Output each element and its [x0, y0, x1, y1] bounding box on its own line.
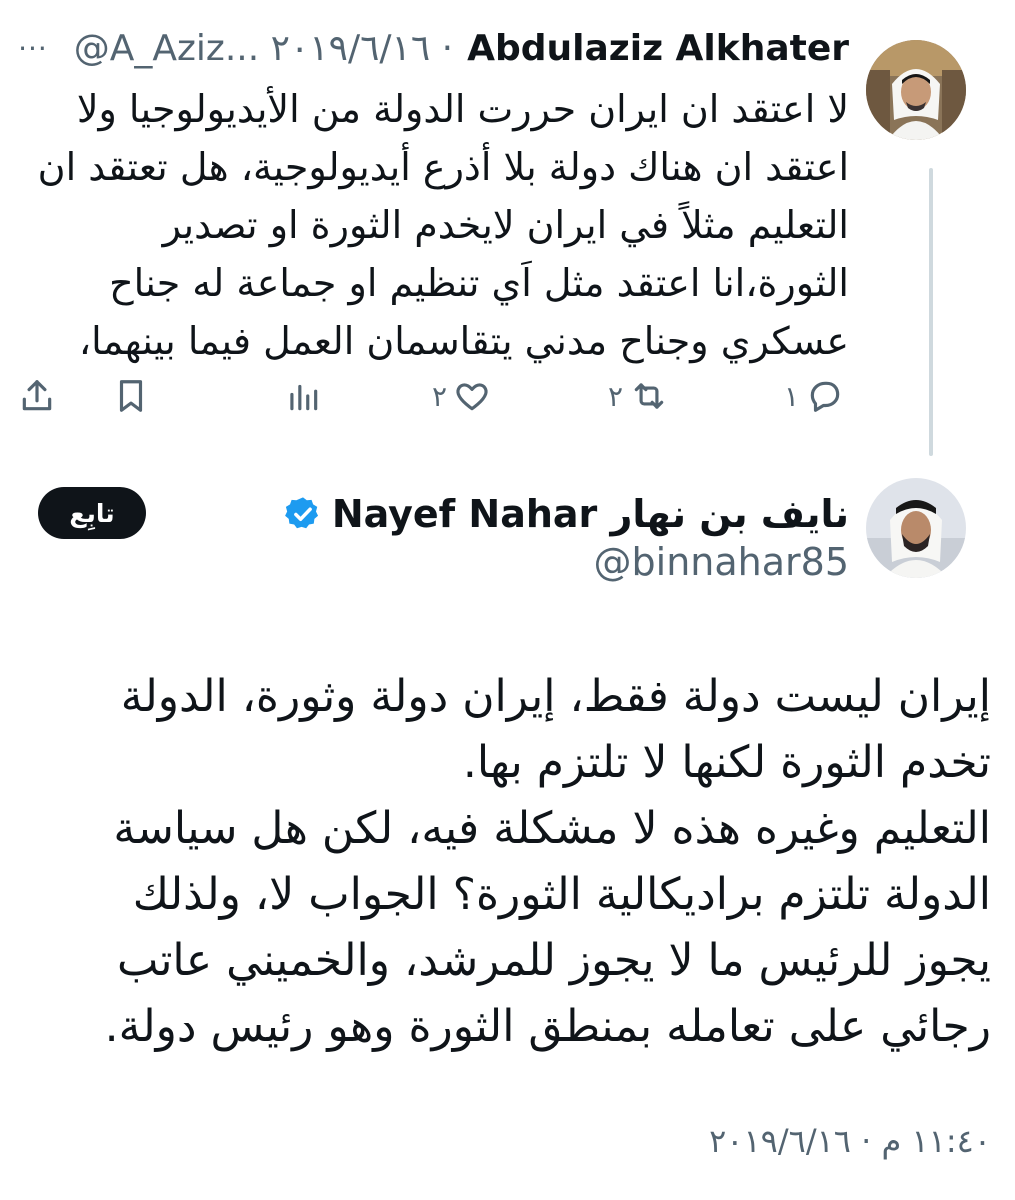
- like-icon: [456, 383, 488, 411]
- share-icon: [22, 380, 52, 411]
- like-count: ٢: [432, 379, 448, 413]
- bookmark-icon: [119, 380, 143, 412]
- reply-button[interactable]: ١: [784, 366, 845, 426]
- like-button[interactable]: ٢: [432, 366, 491, 426]
- more-options-icon[interactable]: ···: [18, 32, 48, 65]
- parent-handle-date[interactable]: @A_Aziz... ٢٠١٩/٦/١٦ ·: [74, 28, 453, 69]
- follow-button[interactable]: تابِع: [38, 487, 146, 539]
- bookmark-button[interactable]: [112, 366, 150, 426]
- main-author-name[interactable]: نايف بن نهار Nayef Nahar: [332, 492, 849, 536]
- reply-icon: [810, 381, 840, 412]
- tweet-timestamp[interactable]: ١١:٤٠ م · ٢٠١٩/٦/١٦: [709, 1122, 991, 1160]
- views-icon: [290, 384, 318, 411]
- verified-badge-icon: [284, 497, 318, 529]
- share-button[interactable]: [18, 366, 56, 426]
- retweet-count: ٢: [608, 379, 624, 413]
- reply-count: ١: [784, 379, 800, 413]
- main-author-row: نايف بن نهار Nayef Nahar: [284, 486, 849, 542]
- main-author-avatar[interactable]: [866, 478, 966, 578]
- tweet-paragraph: التعليم وغيره هذه لا مشكلة فيه، لكن هل س…: [104, 803, 991, 1052]
- retweet-button[interactable]: ٢: [608, 366, 669, 426]
- thread-connector-line: [929, 168, 933, 456]
- views-button[interactable]: [284, 366, 322, 426]
- main-author-handle[interactable]: @binnahar85: [594, 540, 849, 584]
- parent-tweet-text: لا اعتقد ان ايران حررت الدولة من الأيديو…: [37, 87, 849, 363]
- main-tweet-text: إيران ليست دولة فقط، إيران دولة وثورة، ا…: [38, 664, 991, 1060]
- parent-author-name[interactable]: Abdulaziz Alkhater: [467, 28, 849, 69]
- tweet-paragraph: إيران ليست دولة فقط، إيران دولة وثورة، ا…: [120, 671, 991, 788]
- parent-tweet-actions: ٢ ٢ ١: [14, 366, 849, 426]
- parent-author-avatar[interactable]: [866, 40, 966, 140]
- parent-tweet-header: ··· @A_Aziz... ٢٠١٩/٦/١٦ · Abdulaziz Alk…: [18, 24, 849, 72]
- retweet-icon: [634, 383, 664, 409]
